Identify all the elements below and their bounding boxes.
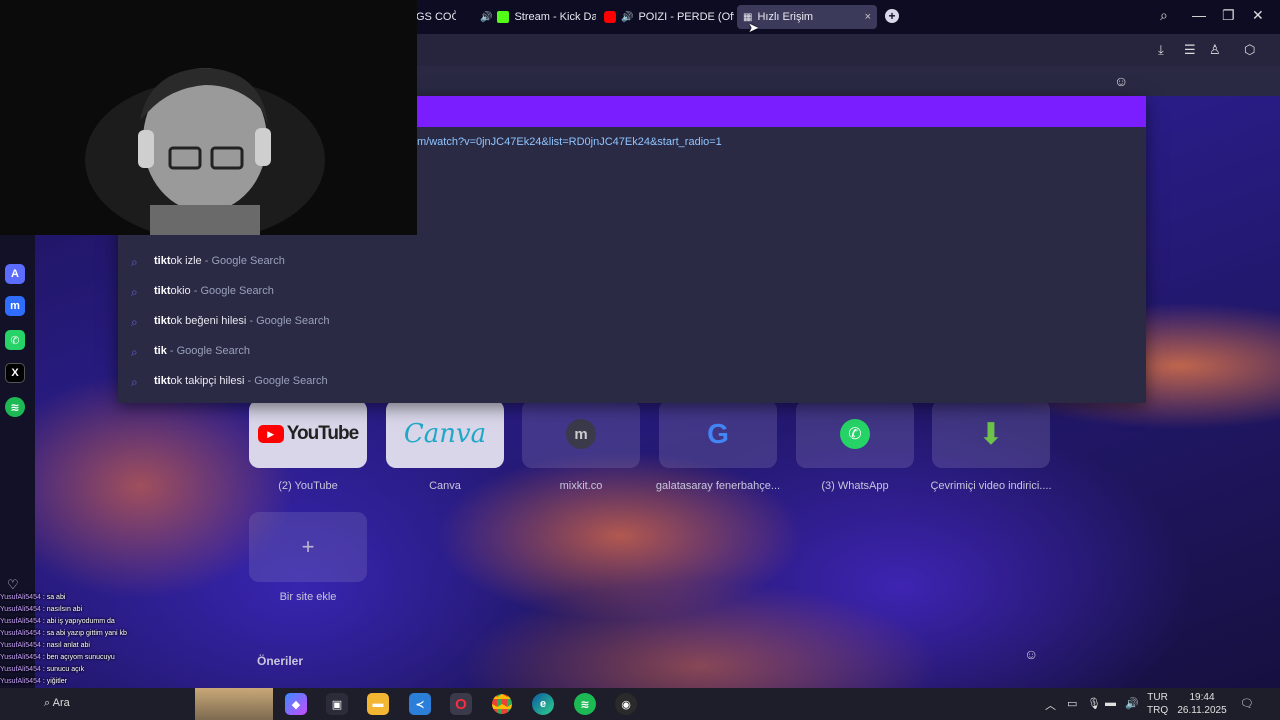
close-tab-icon[interactable]: × [865, 11, 871, 23]
speed-dial-label: mixkit.co [559, 480, 603, 492]
messenger-icon[interactable]: m [5, 296, 25, 316]
volume-icon[interactable]: 🔊 [1125, 697, 1139, 710]
vscode-icon[interactable]: ≺ [409, 693, 431, 715]
speed-dial-youtube[interactable]: ▶ YouTube [249, 400, 367, 468]
tab-youtube-poizi[interactable]: 🔊 POIZI - PERDE (Officia [598, 5, 734, 29]
chat-message: YusufAli5454 : nasıl anlat abi [0, 642, 90, 649]
speed-dial-label: Canva [429, 480, 461, 492]
omnibox-url-text[interactable]: m/watch?v=0jnJC47Ek24&list=RD0jnJC47Ek24… [417, 136, 722, 148]
mixkit-logo: m [566, 419, 596, 449]
chat-message: YusufAli5454 : sa abi [0, 594, 66, 601]
suggestion-row[interactable]: ⌕ tik - Google Search [118, 336, 1146, 366]
chat-message: YusufAli5454 : abi iş yapıyodumm da [0, 618, 115, 625]
google-logo: G [707, 418, 729, 449]
chat-message: YusufAli5454 : sa abi yazıp gittim yani … [0, 630, 127, 637]
x-icon[interactable]: X [5, 363, 25, 383]
tab-kick-dashboard[interactable]: 🔊 Stream - Kick Dashboa [474, 5, 596, 29]
close-window-icon[interactable]: ✕ [1252, 7, 1264, 24]
meet-icon[interactable]: ▭ [1067, 697, 1077, 710]
canva-logo: Canva [403, 419, 487, 449]
search-icon: ⌕ [131, 315, 138, 329]
file-explorer-icon[interactable]: ▬ [367, 693, 389, 715]
obs-icon[interactable]: ◉ [615, 693, 637, 715]
suggestion-row[interactable]: ⌕ tiktok takipçi hilesi - Google Search [118, 366, 1146, 396]
suggestion-row[interactable]: ⌕ tiktok izle - Google Search [118, 246, 1146, 276]
youtube-logo: ▶ YouTube [257, 423, 359, 445]
webcam-figure [0, 0, 417, 235]
search-icon: ⌕ [131, 285, 138, 299]
chat-message: YusufAli5454 : sunucu açık [0, 666, 85, 673]
whatsapp-icon[interactable]: ✆ [5, 330, 25, 350]
speed-dial-label: Çevrimiçi video indirici.... [930, 480, 1052, 492]
speed-dial-google[interactable]: G [659, 400, 777, 468]
speed-dial-label: (2) YouTube [278, 480, 338, 492]
speed-dial-label: galatasaray fenerbahçe... [655, 480, 781, 492]
opera-gx-icon[interactable]: O [450, 693, 472, 715]
suggestion-row[interactable]: ⌕ tiktok beğeni hilesi - Google Search [118, 306, 1146, 336]
chat-message: YusufAli5454 : ben açıyom sunucuyu [0, 654, 115, 661]
speed-dial-mixkit[interactable]: m [522, 400, 640, 468]
spotify-icon[interactable]: ≋ [574, 693, 596, 715]
notifications-icon[interactable]: 🗨 [1240, 697, 1254, 710]
language-indicator[interactable]: TUR TRQ [1147, 691, 1168, 717]
store-icon[interactable]: ▣ [326, 693, 348, 715]
taskbar-search[interactable]: ⌕ Ara [44, 697, 70, 710]
chat-message: YusufAli5454 : nasılsın abi [0, 606, 83, 613]
speed-dial-whatsapp[interactable]: ✆ [796, 400, 914, 468]
edge-icon[interactable]: e [532, 693, 554, 715]
heart-icon[interactable]: ♡ [7, 577, 19, 593]
omnibox-input-highlight[interactable] [417, 96, 1146, 127]
stream-chat: YusufAli5454 : sa abi YusufAli5454 : nas… [0, 592, 210, 688]
chrome-icon[interactable] [491, 693, 513, 715]
tab-label: POIZI - PERDE (Officia [638, 11, 734, 23]
maximize-icon[interactable]: ❐ [1222, 7, 1235, 24]
tab-label: Stream - Kick Dashboa [514, 11, 596, 23]
mouse-cursor-icon: ➤ [748, 20, 759, 35]
search-icon: ⌕ [44, 697, 51, 709]
kick-icon [497, 11, 510, 23]
battery-icon[interactable]: ▬ [1105, 697, 1116, 709]
download-icon[interactable]: ⤓ [1158, 42, 1164, 58]
play-icon: ▶ [257, 425, 284, 443]
webcam-overlay [0, 0, 417, 235]
microphone-icon[interactable]: 🎙 [1087, 697, 1101, 710]
profile-icon[interactable]: ♙ [1209, 42, 1221, 58]
copilot-icon[interactable]: ◆ [285, 693, 307, 715]
youtube-icon [604, 11, 616, 23]
speaker-icon: 🔊 [480, 11, 493, 23]
search-highlight-image [195, 688, 273, 720]
suggestions-heading: Öneriler [257, 654, 304, 668]
speed-dial-label: (3) WhatsApp [821, 480, 889, 492]
minimize-icon[interactable]: — [1192, 7, 1206, 23]
extensions-cube-icon[interactable]: ⬡ [1244, 42, 1255, 58]
plus-icon: + [301, 534, 315, 559]
aria-icon[interactable]: A [5, 264, 25, 284]
add-site-label: Bir site ekle [279, 591, 337, 603]
tab-label: Hızlı Erişim [757, 11, 814, 23]
chat-message: YusufAli5454 : yiğitler [0, 678, 67, 685]
tray-chevron-icon[interactable]: ︿ [1045, 697, 1056, 713]
address-toolbar [417, 34, 1280, 66]
search-icon: ⌕ [131, 345, 138, 359]
speaker-icon: 🔊 [621, 11, 634, 23]
suggestion-row[interactable]: ⌕ tiktokio - Google Search [118, 276, 1146, 306]
download-arrow-icon: ⬇ [978, 417, 1004, 451]
spotify-icon[interactable]: ≋ [5, 397, 25, 417]
search-tabs-icon[interactable]: ⌕ [1160, 7, 1168, 24]
tab-label: GS COĞ [416, 11, 456, 23]
emoji-icon[interactable]: ☺ [1024, 646, 1038, 662]
search-icon: ⌕ [131, 255, 138, 269]
emoji-icon[interactable]: ☺ [1114, 73, 1128, 89]
bookmark-bar [417, 66, 1280, 96]
search-icon: ⌕ [131, 375, 138, 389]
whatsapp-icon: ✆ [840, 419, 870, 449]
new-tab-button[interactable]: + [885, 9, 899, 23]
speed-dial-canva[interactable]: Canva [386, 400, 504, 468]
speed-dial-video-downloader[interactable]: ⬇ [932, 400, 1050, 468]
add-site-button[interactable]: + [249, 512, 367, 582]
easy-setup-icon[interactable]: ☰ [1184, 42, 1196, 58]
clock[interactable]: 19:44 26.11.2025 [1174, 691, 1230, 717]
